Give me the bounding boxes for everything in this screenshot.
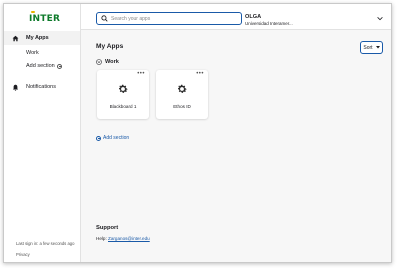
- support-help-line: Help: Zarganos@inter.edu: [96, 236, 150, 241]
- help-email-link[interactable]: Zarganos@inter.edu: [108, 236, 150, 241]
- gear-icon: [178, 84, 187, 93]
- chevron-down-icon[interactable]: [377, 16, 383, 21]
- section-header-work[interactable]: Work: [96, 59, 119, 65]
- sidebar-item-label: My Apps: [26, 35, 49, 41]
- caret-down-icon: [375, 46, 380, 49]
- sidebar-item-label: Notifications: [26, 84, 56, 90]
- collapse-icon[interactable]: [96, 59, 102, 65]
- app-name: Blackboard 1: [109, 104, 137, 109]
- add-section-button[interactable]: Add section: [96, 135, 129, 141]
- page-title: My Apps: [96, 43, 124, 50]
- privacy-link[interactable]: Privacy: [16, 252, 30, 257]
- app-window: INTER My Apps Work Add section Notificat…: [3, 3, 392, 263]
- sidebar-item-my-apps[interactable]: My Apps: [4, 31, 80, 45]
- gear-icon: [119, 84, 128, 93]
- user-organization: Universidad Interamer...: [245, 21, 293, 26]
- add-section-label: Add section: [103, 135, 130, 141]
- sidebar: INTER My Apps Work Add section Notificat…: [4, 4, 81, 262]
- app-tile-ethos[interactable]: ••• Ethos ID: [156, 70, 208, 119]
- support-heading: Support: [96, 225, 119, 231]
- sidebar-item-work[interactable]: Work: [26, 50, 39, 56]
- search-input[interactable]: [111, 15, 231, 22]
- section-title: Work: [105, 59, 119, 65]
- sort-button[interactable]: Sort: [360, 41, 383, 54]
- app-tile-blackboard[interactable]: ••• Blackboard 1: [97, 70, 149, 119]
- bell-icon: [8, 84, 22, 91]
- sidebar-add-section[interactable]: Add section: [26, 63, 62, 69]
- add-circle-icon: [56, 63, 62, 69]
- more-options-icon[interactable]: •••: [196, 71, 204, 77]
- sidebar-sub-label: Work: [26, 50, 39, 56]
- sort-label: Sort: [363, 44, 373, 51]
- sidebar-sub-label: Add section: [26, 63, 55, 69]
- inter-logo[interactable]: INTER: [29, 14, 60, 24]
- search-icon: [101, 15, 108, 22]
- last-signin-text: Last sign in: a few seconds ago: [16, 241, 75, 246]
- top-bar: [81, 4, 391, 30]
- add-circle-icon: [96, 135, 101, 141]
- app-name: Ethos ID: [173, 104, 191, 109]
- sidebar-item-notifications[interactable]: Notifications: [4, 80, 80, 94]
- search-box[interactable]: [96, 12, 242, 25]
- logo-accent: [31, 11, 35, 13]
- help-prefix: Help:: [96, 236, 107, 241]
- home-icon: [8, 35, 22, 42]
- user-name[interactable]: OLGA: [245, 14, 261, 20]
- more-options-icon[interactable]: •••: [137, 71, 145, 77]
